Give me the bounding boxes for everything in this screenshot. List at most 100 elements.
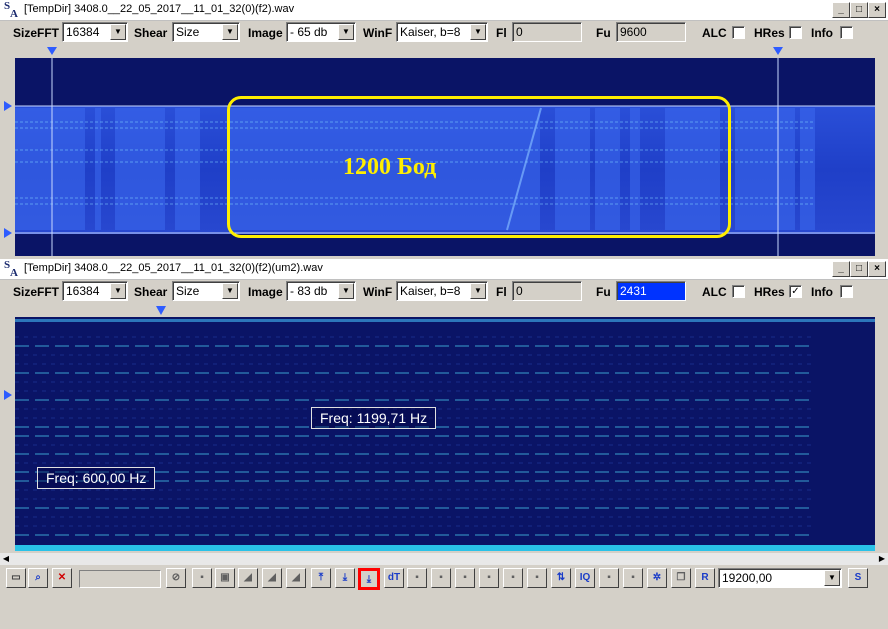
image-label: Image xyxy=(248,285,283,299)
image-select[interactable]: - 83 db ▼ xyxy=(286,281,356,301)
tool-icon-11[interactable]: ▪ xyxy=(527,568,547,588)
bottom-spectrogram[interactable]: Freq: 1199,71 Hz Freq: 600,00 Hz xyxy=(15,317,875,551)
shear-select[interactable]: Size ▼ xyxy=(172,22,240,42)
double-arrow-down-icon[interactable]: ⤓ xyxy=(358,568,380,590)
image-label: Image xyxy=(248,26,283,40)
tool-icon-2[interactable]: ▣ xyxy=(215,568,235,588)
alc-checkbox[interactable] xyxy=(732,285,745,298)
shear-label: Shear xyxy=(134,285,168,299)
fu-label: Fu xyxy=(596,26,611,40)
top-marker-left[interactable] xyxy=(47,47,57,55)
fu-field[interactable]: 9600 xyxy=(616,22,686,42)
arrow-down-icon[interactable]: ⤓ xyxy=(335,568,355,588)
chevron-down-icon: ▼ xyxy=(824,570,840,586)
close-button[interactable]: × xyxy=(868,261,886,277)
scroll-right-arrow[interactable]: ▶ xyxy=(876,553,888,565)
bottom-window-title: [TempDir] 3408.0__22_05_2017__11_01_32(0… xyxy=(24,262,323,274)
bottom-marker-left[interactable] xyxy=(4,390,12,400)
disabled-icon[interactable]: ⊘ xyxy=(166,568,186,588)
screen-icon[interactable]: ▭ xyxy=(6,568,26,588)
info-checkbox[interactable] xyxy=(840,285,853,298)
winf-select[interactable]: Kaiser, b=8 ▼ xyxy=(396,22,488,42)
cycle-icon[interactable]: ✲ xyxy=(647,568,667,588)
top-toolbar: SizeFFT 16384 ▼ Shear Size ▼ Image - 65 db… xyxy=(0,20,888,46)
top-spectrogram[interactable]: 1200 Бод xyxy=(15,58,875,256)
tool-icon-12[interactable]: ▪ xyxy=(599,568,619,588)
chevron-down-icon: ▼ xyxy=(222,283,238,299)
chevron-down-icon: ▼ xyxy=(470,283,486,299)
bottom-window: SA [TempDir] 3408.0__22_05_2017__11_01_3… xyxy=(0,259,888,566)
info-checkbox[interactable] xyxy=(840,26,853,39)
annotation-text: 1200 Бод xyxy=(343,154,437,180)
close-button[interactable]: × xyxy=(868,2,886,18)
tool-icon-8[interactable]: ▪ xyxy=(455,568,475,588)
sizefft-select[interactable]: 16384 ▼ xyxy=(62,22,128,42)
iq-button[interactable]: IQ xyxy=(575,568,595,588)
tool-icon-13[interactable]: ▪ xyxy=(623,568,643,588)
chevron-down-icon: ▼ xyxy=(470,24,486,40)
maximize-button[interactable]: □ xyxy=(850,2,868,18)
hres-checkbox[interactable]: ✓ xyxy=(789,285,802,298)
shear-label: Shear xyxy=(134,26,168,40)
alc-label: ALC xyxy=(702,285,727,299)
chevron-down-icon: ▼ xyxy=(338,283,354,299)
top-signal-column xyxy=(800,108,815,230)
tool-icon-6[interactable]: ▪ xyxy=(407,568,427,588)
hres-label: HRes xyxy=(754,26,785,40)
maximize-button[interactable]: □ xyxy=(850,261,868,277)
rate-select[interactable]: 19200,00 ▼ xyxy=(718,568,842,588)
fi-field[interactable]: 0 xyxy=(512,22,582,42)
winf-select[interactable]: Kaiser, b=8 ▼ xyxy=(396,281,488,301)
tool-icon-10[interactable]: ▪ xyxy=(503,568,523,588)
bottom-marker-top[interactable] xyxy=(156,306,166,315)
dt-button[interactable]: dT xyxy=(384,568,404,588)
sizefft-label: SizeFFT xyxy=(13,26,60,40)
horizontal-scrollbar[interactable]: ◀ ▶ xyxy=(0,553,888,565)
chevron-down-icon: ▼ xyxy=(222,24,238,40)
swap-icon[interactable]: ⇅ xyxy=(551,568,571,588)
sizefft-select[interactable]: 16384 ▼ xyxy=(62,281,128,301)
tool-icon-7[interactable]: ▪ xyxy=(431,568,451,588)
r-button[interactable]: R xyxy=(695,568,715,588)
s-button[interactable]: S xyxy=(848,568,868,588)
top-signal-column xyxy=(735,108,795,230)
tool-icon-3[interactable]: ◢ xyxy=(238,568,258,588)
minimize-button[interactable]: _ xyxy=(832,2,850,18)
info-label: Info xyxy=(811,285,833,299)
app-icon: SA xyxy=(4,259,18,279)
tool-icon-1[interactable]: ▪ xyxy=(192,568,212,588)
zoom-icon[interactable]: ⌕ xyxy=(28,568,48,588)
top-signal-column xyxy=(175,108,200,230)
top-signal-column xyxy=(95,108,101,230)
top-marker-band-upper[interactable] xyxy=(4,101,12,111)
scroll-left-arrow[interactable]: ◀ xyxy=(0,553,12,565)
minimize-button[interactable]: _ xyxy=(832,261,850,277)
top-titlebar[interactable]: SA [TempDir] 3408.0__22_05_2017__11_01_3… xyxy=(0,0,888,21)
winf-label: WinF xyxy=(363,285,393,299)
hres-label: HRes xyxy=(754,285,785,299)
top-window: SA [TempDir] 3408.0__22_05_2017__11_01_3… xyxy=(0,0,888,258)
tool-icon-5[interactable]: ◢ xyxy=(286,568,306,588)
image-select[interactable]: - 65 db ▼ xyxy=(286,22,356,42)
bottom-titlebar[interactable]: SA [TempDir] 3408.0__22_05_2017__11_01_3… xyxy=(0,259,888,280)
top-marker-band-lower[interactable] xyxy=(4,228,12,238)
shear-select[interactable]: Size ▼ xyxy=(172,281,240,301)
annotation-box xyxy=(227,96,731,238)
alc-checkbox[interactable] xyxy=(732,26,745,39)
tool-icon-4[interactable]: ◢ xyxy=(262,568,282,588)
status-field xyxy=(79,570,161,588)
fi-field[interactable]: 0 xyxy=(512,281,582,301)
chevron-down-icon: ▼ xyxy=(338,24,354,40)
copy-icon[interactable]: ❐ xyxy=(671,568,691,588)
bottom-toolbar-settings: SizeFFT 16384 ▼ Shear Size ▼ Image - 83 db… xyxy=(0,279,888,305)
fu-field[interactable]: 2431 xyxy=(616,281,686,301)
tool-icon-9[interactable]: ▪ xyxy=(479,568,499,588)
cancel-icon[interactable]: ✕ xyxy=(52,568,72,588)
top-signal-column xyxy=(115,108,165,230)
info-label: Info xyxy=(811,26,833,40)
arrow-up-icon[interactable]: ⤒ xyxy=(311,568,331,588)
top-window-title: [TempDir] 3408.0__22_05_2017__11_01_32(0… xyxy=(24,3,295,15)
chevron-down-icon: ▼ xyxy=(110,283,126,299)
top-marker-right[interactable] xyxy=(773,47,783,55)
hres-checkbox[interactable] xyxy=(789,26,802,39)
